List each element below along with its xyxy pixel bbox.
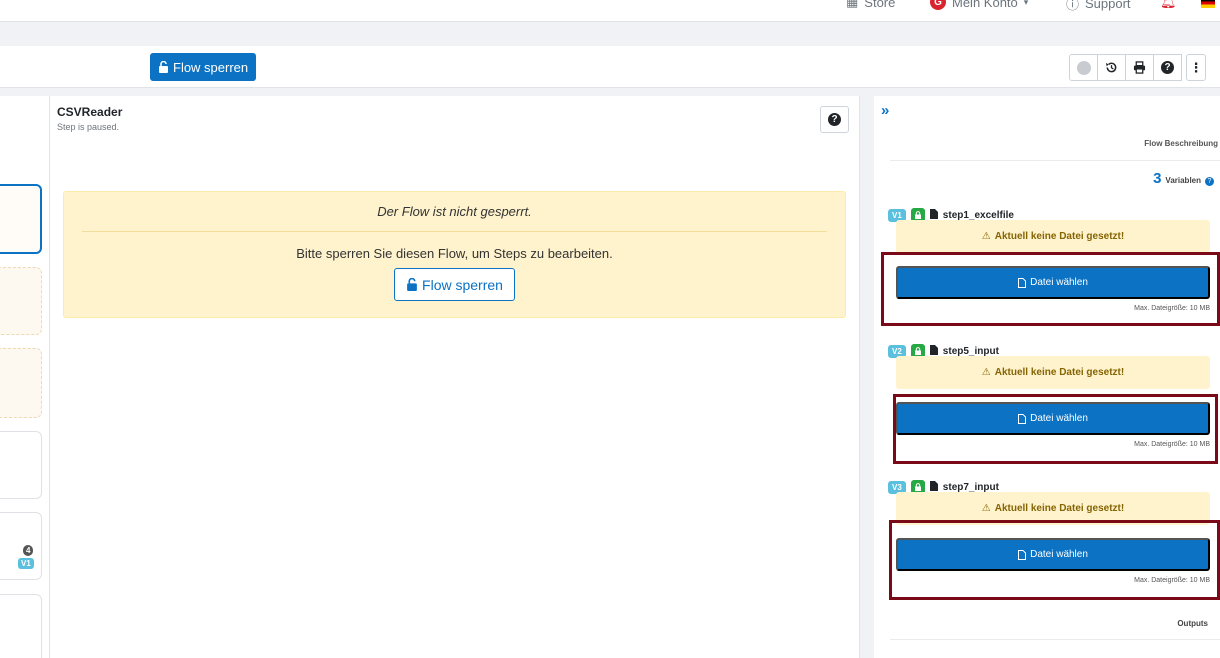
status-button[interactable]: [1069, 54, 1098, 81]
step-title: CSVReader: [57, 105, 123, 119]
step-status: Step is paused.: [57, 122, 120, 132]
max-file-size: Max. Dateigröße: 10 MB: [1134, 441, 1210, 448]
warning-text: Aktuell keine Datei gesetzt!: [994, 367, 1125, 378]
choose-file-button[interactable]: Datei wählen: [896, 402, 1210, 435]
unlock-icon: [159, 61, 168, 73]
warning-text: Aktuell keine Datei gesetzt!: [994, 503, 1125, 514]
step-card[interactable]: [0, 348, 42, 418]
outputs-section-title[interactable]: Outputs: [1177, 619, 1208, 628]
variables-counter: 3 Variablen ?: [1153, 170, 1214, 187]
file-icon: [1018, 413, 1027, 424]
history-icon: [1105, 62, 1117, 73]
nav-store[interactable]: ▦ Store: [846, 0, 895, 10]
top-navbar: ▦ Store G Mein Konto ▾ ⓘ Support 🔔︎: [0, 0, 1220, 22]
lock-flow-button[interactable]: Flow sperren: [150, 53, 257, 81]
variables-help-icon[interactable]: ?: [1205, 177, 1214, 186]
choose-file-label: Datei wählen: [1030, 413, 1088, 424]
step-list: 4 V1: [0, 96, 50, 658]
file-icon: [1018, 549, 1027, 560]
variables-label: Variablen: [1165, 176, 1201, 185]
max-file-size: Max. Dateigröße: 10 MB: [1134, 305, 1210, 312]
warning-icon: ⚠: [981, 367, 991, 378]
alert-text: Bitte sperren Sie diesen Flow, um Steps …: [296, 246, 613, 261]
variable-name: step5_input: [942, 345, 999, 357]
more-options-button[interactable]: ⋮: [1186, 54, 1206, 81]
chevron-down-icon: ▾: [1023, 0, 1029, 7]
unlocked-alert: Der Flow ist nicht gesperrt. Bitte sperr…: [63, 191, 846, 318]
nav-support[interactable]: ⓘ Support: [1066, 0, 1131, 13]
divider: [890, 160, 1220, 161]
choose-file-label: Datei wählen: [1030, 277, 1088, 288]
warning-icon: ⚠: [981, 231, 991, 242]
info-icon: ⓘ: [1066, 0, 1080, 12]
print-icon: [1133, 61, 1146, 74]
version-badge: V1: [18, 558, 34, 569]
avatar: G: [930, 0, 946, 10]
max-file-size: Max. Dateigröße: 10 MB: [1134, 577, 1210, 584]
notifications-button[interactable]: 🔔︎: [1160, 0, 1177, 10]
no-file-warning: ⚠ Aktuell keine Datei gesetzt!: [896, 356, 1210, 389]
question-icon: ?: [1161, 61, 1174, 74]
no-file-warning: ⚠ Aktuell keine Datei gesetzt!: [896, 220, 1210, 253]
nav-store-label: Store: [864, 0, 896, 10]
bell-icon: 🔔︎: [1160, 0, 1177, 9]
alert-divider: [82, 231, 827, 232]
status-dot-icon: [1076, 60, 1091, 75]
step-help-button[interactable]: ?: [820, 106, 849, 133]
count-badge: 4: [23, 545, 34, 556]
kebab-menu-icon: ⋮: [1189, 59, 1203, 75]
flow-description-link[interactable]: Flow Beschreibung: [1144, 139, 1218, 148]
step-card[interactable]: [0, 594, 42, 658]
history-button[interactable]: [1097, 54, 1126, 81]
language-switcher[interactable]: [1201, 0, 1215, 8]
step-card[interactable]: [0, 267, 42, 335]
unlock-icon: [407, 278, 417, 291]
step-card[interactable]: 4 V1: [0, 512, 42, 580]
alert-lock-flow-button[interactable]: Flow sperren: [394, 268, 515, 301]
warning-text: Aktuell keine Datei gesetzt!: [994, 231, 1125, 242]
choose-file-button[interactable]: Datei wählen: [896, 266, 1210, 299]
store-icon: ▦: [846, 0, 859, 9]
variable-name: step7_input: [942, 481, 999, 493]
file-icon: [1018, 277, 1027, 288]
lock-flow-label: Flow sperren: [173, 59, 249, 75]
nav-account-label: Mein Konto: [952, 0, 1018, 10]
variable-name: step1_excelfile: [942, 209, 1014, 221]
toolbar-actions: ? ⋮: [1069, 54, 1206, 81]
alert-title: Der Flow ist nicht gesperrt.: [377, 204, 532, 219]
print-button[interactable]: [1125, 54, 1154, 81]
help-button[interactable]: ?: [1153, 54, 1182, 81]
nav-account[interactable]: G Mein Konto ▾: [930, 0, 1028, 10]
alert-lock-flow-label: Flow sperren: [422, 276, 503, 293]
warning-icon: ⚠: [981, 503, 991, 514]
german-flag-icon: [1201, 0, 1215, 8]
collapse-sidebar-icon[interactable]: »: [881, 102, 889, 119]
step-card[interactable]: [0, 431, 42, 499]
variables-count: 3: [1153, 170, 1162, 187]
flow-toolbar: Flow sperren ? ⋮: [0, 46, 1220, 88]
step-card-active[interactable]: [0, 184, 42, 254]
nav-support-label: Support: [1085, 0, 1131, 11]
choose-file-button[interactable]: Datei wählen: [896, 538, 1210, 571]
step-detail-panel: CSVReader Step is paused. ? Der Flow ist…: [50, 96, 860, 658]
choose-file-label: Datei wählen: [1030, 549, 1088, 560]
variables-sidebar: » Flow Beschreibung 3 Variablen ? V1 ste…: [874, 96, 1220, 658]
divider: [890, 639, 1220, 640]
question-icon: ?: [828, 113, 841, 126]
